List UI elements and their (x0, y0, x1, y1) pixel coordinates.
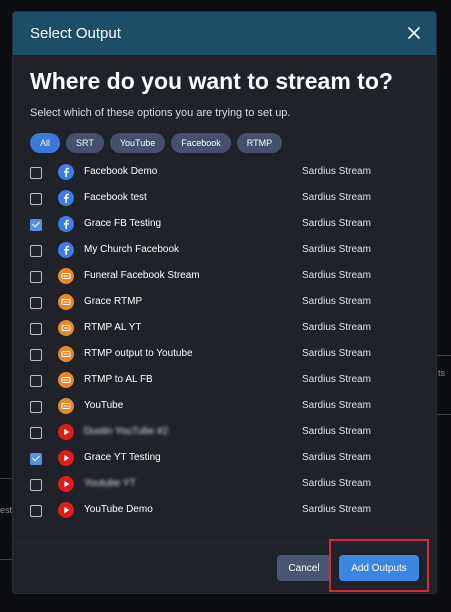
filter-chip-all[interactable]: All (30, 133, 61, 153)
output-row[interactable]: My Church Facebook Sardius Stream (13, 238, 436, 264)
facebook-icon (58, 242, 74, 258)
output-owner: Sardius Stream (302, 270, 371, 281)
modal-title: Select Output (30, 25, 121, 42)
output-name: Dustin YouTube #2 (84, 426, 169, 437)
output-name: RTMP output to Youtube (84, 348, 193, 359)
output-checkbox[interactable] (30, 193, 42, 205)
output-name: YouTube (84, 400, 124, 411)
output-owner: Sardius Stream (302, 426, 371, 437)
output-checkbox[interactable] (30, 401, 42, 413)
youtube-icon (58, 424, 74, 440)
facebook-icon (58, 216, 74, 232)
close-icon (408, 27, 420, 39)
add-outputs-button[interactable]: Add Outputs (339, 555, 419, 581)
close-button[interactable] (404, 23, 424, 43)
modal-header: Select Output (13, 12, 436, 55)
output-name: RTMP AL YT (84, 322, 142, 333)
output-checkbox[interactable] (30, 349, 42, 361)
output-checkbox[interactable] (30, 453, 42, 465)
output-row[interactable]: RTMP output to Youtube Sardius Stream (13, 342, 436, 368)
filter-chip-facebook[interactable]: Facebook (171, 133, 231, 153)
output-name: Grace RTMP (84, 296, 143, 307)
output-name: Grace YT Testing (84, 452, 161, 463)
output-row[interactable]: Grace FB Testing Sardius Stream (13, 212, 436, 238)
facebook-icon (58, 190, 74, 206)
youtube-icon (58, 476, 74, 492)
page-subtitle: Select which of these options you are tr… (30, 107, 291, 119)
output-name: Youtube YT (84, 478, 136, 489)
output-owner: Sardius Stream (302, 218, 371, 229)
output-row[interactable]: Facebook Demo Sardius Stream (13, 160, 436, 186)
output-name: Grace FB Testing (84, 218, 162, 229)
output-name: YouTube Demo (84, 504, 153, 515)
footer-divider (13, 542, 436, 543)
rtmp-icon (58, 346, 74, 362)
output-name: Funeral Facebook Stream (84, 270, 200, 281)
filter-chip-rtmp[interactable]: RTMP (236, 133, 283, 153)
output-owner: Sardius Stream (302, 322, 371, 333)
output-row[interactable]: Funeral Facebook Stream Sardius Stream (13, 264, 436, 290)
page-headline: Where do you want to stream to? (30, 68, 393, 94)
youtube-icon (58, 450, 74, 466)
output-owner: Sardius Stream (302, 400, 371, 411)
background-panel-left: esti (0, 478, 14, 560)
output-list: Facebook Demo Sardius Stream Facebook test… (13, 160, 436, 524)
output-owner: Sardius Stream (302, 348, 371, 359)
filter-chips: All SRT YouTube Facebook RTMP (30, 133, 283, 153)
filter-chip-youtube[interactable]: YouTube (109, 133, 166, 153)
output-checkbox[interactable] (30, 427, 42, 439)
output-owner: Sardius Stream (302, 374, 371, 385)
output-owner: Sardius Stream (302, 166, 371, 177)
background-text-right: ts (438, 368, 446, 378)
output-row[interactable]: RTMP AL YT Sardius Stream (13, 316, 436, 342)
output-checkbox[interactable] (30, 271, 42, 283)
background-text-left: esti (0, 505, 15, 515)
output-row[interactable]: Youtube YT Sardius Stream (13, 472, 436, 498)
output-checkbox[interactable] (30, 167, 42, 179)
rtmp-icon (58, 320, 74, 336)
output-name: RTMP to AL FB (84, 374, 153, 385)
output-name: Facebook test (84, 192, 147, 203)
background-panel-right: ts (436, 355, 451, 415)
output-checkbox[interactable] (30, 505, 42, 517)
youtube-icon (58, 502, 74, 518)
select-output-modal: Select Output Where do you want to strea… (13, 12, 436, 593)
output-owner: Sardius Stream (302, 504, 371, 515)
output-row[interactable]: Grace RTMP Sardius Stream (13, 290, 436, 316)
rtmp-icon (58, 372, 74, 388)
output-row[interactable]: YouTube Demo Sardius Stream (13, 498, 436, 524)
output-owner: Sardius Stream (302, 478, 371, 489)
output-row[interactable]: Dustin YouTube #2 Sardius Stream (13, 420, 436, 446)
rtmp-icon (58, 294, 74, 310)
rtmp-icon (58, 268, 74, 284)
filter-chip-srt[interactable]: SRT (66, 133, 104, 153)
output-row[interactable]: Facebook test Sardius Stream (13, 186, 436, 212)
rtmp-icon (58, 398, 74, 414)
output-checkbox[interactable] (30, 297, 42, 309)
output-checkbox[interactable] (30, 323, 42, 335)
output-owner: Sardius Stream (302, 296, 371, 307)
output-name: My Church Facebook (84, 244, 180, 255)
output-checkbox[interactable] (30, 219, 42, 231)
cancel-button[interactable]: Cancel (277, 555, 331, 581)
output-row[interactable]: RTMP to AL FB Sardius Stream (13, 368, 436, 394)
facebook-icon (58, 164, 74, 180)
output-owner: Sardius Stream (302, 192, 371, 203)
output-row[interactable]: YouTube Sardius Stream (13, 394, 436, 420)
output-checkbox[interactable] (30, 375, 42, 387)
output-name: Facebook Demo (84, 166, 158, 177)
output-owner: Sardius Stream (302, 452, 371, 463)
output-checkbox[interactable] (30, 479, 42, 491)
output-owner: Sardius Stream (302, 244, 371, 255)
output-checkbox[interactable] (30, 245, 42, 257)
output-row[interactable]: Grace YT Testing Sardius Stream (13, 446, 436, 472)
